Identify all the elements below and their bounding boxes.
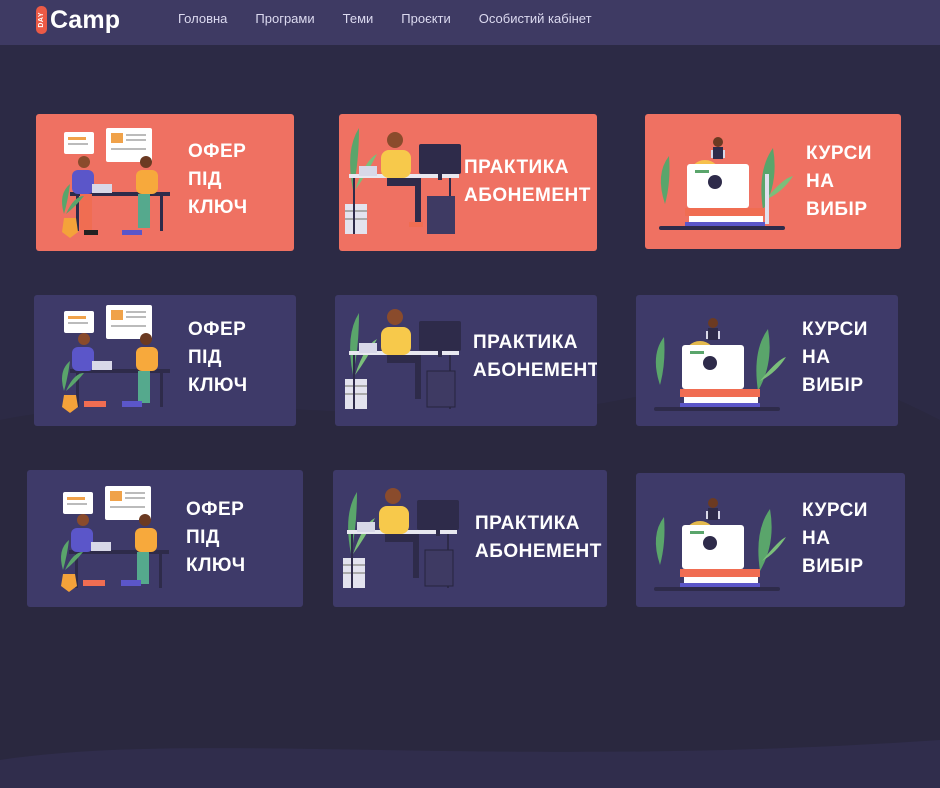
card-line: АБОНЕМЕНТ <box>475 541 602 562</box>
office-team-illustration <box>62 305 170 413</box>
card-practice[interactable]: ПРАКТИКА АБОНЕМЕНТ <box>339 114 597 251</box>
office-team-illustration <box>61 486 169 592</box>
card-line: ПРАКТИКА <box>475 513 581 534</box>
card-line: КЛЮЧ <box>186 555 246 576</box>
card-line: НА <box>802 528 831 549</box>
logo-badge: DAY <box>36 6 47 34</box>
logo-text: Camp <box>50 5 121 34</box>
card-courses[interactable]: КУРСИ НА ВИБІР <box>636 473 905 607</box>
card-line: ВИБІР <box>806 199 868 220</box>
nav-link-account[interactable]: Особистий кабінет <box>479 11 592 26</box>
main-nav: Головна Програми Теми Проєкти Особистий … <box>178 11 620 26</box>
nav-link-home[interactable]: Головна <box>178 11 227 26</box>
card-courses[interactable]: КУРСИ НА ВИБІР <box>636 295 898 426</box>
card-practice[interactable]: ПРАКТИКА АБОНЕМЕНТ <box>335 295 597 426</box>
card-line: КУРСИ <box>806 143 872 164</box>
nav-link-projects[interactable]: Проєкти <box>401 11 451 26</box>
card-offer[interactable]: ОФЕР ПІД КЛЮЧ <box>27 470 303 607</box>
nav-link-topics[interactable]: Теми <box>343 11 374 26</box>
courses-books-illustration <box>654 318 786 411</box>
card-line: ПРАКТИКА <box>464 157 570 178</box>
developer-desk-illustration <box>343 488 459 588</box>
card-line: ВИБІР <box>802 556 864 577</box>
card-line: ПІД <box>188 347 222 368</box>
card-line: КЛЮЧ <box>188 197 248 218</box>
card-practice[interactable]: ПРАКТИКА АБОНЕМЕНТ <box>333 470 607 607</box>
card-line: КУРСИ <box>802 500 868 521</box>
card-line: ВИБІР <box>802 375 864 396</box>
card-line: НА <box>802 347 831 368</box>
card-line: ОФЕР <box>188 141 247 162</box>
card-line: ОФЕР <box>186 499 245 520</box>
office-team-illustration <box>62 128 170 238</box>
card-line: АБОНЕМЕНТ <box>473 360 597 381</box>
card-line: ПІД <box>188 169 222 190</box>
daycamp-logo[interactable]: DAY Camp <box>36 4 120 36</box>
card-line: КЛЮЧ <box>188 375 248 396</box>
developer-desk-illustration <box>345 128 461 234</box>
card-line: АБОНЕМЕНТ <box>464 185 591 206</box>
card-offer[interactable]: ОФЕР ПІД КЛЮЧ <box>34 295 296 426</box>
card-courses[interactable]: КУРСИ НА ВИБІР <box>645 114 901 249</box>
courses-books-illustration <box>654 498 786 591</box>
card-line: КУРСИ <box>802 319 868 340</box>
courses-books-illustration <box>659 137 793 230</box>
card-line: ПРАКТИКА <box>473 332 579 353</box>
card-offer[interactable]: ОФЕР ПІД КЛЮЧ <box>36 114 294 251</box>
top-navbar: DAY Camp Головна Програми Теми Проєкти О… <box>0 0 940 45</box>
card-line: ОФЕР <box>188 319 247 340</box>
card-line: НА <box>806 171 835 192</box>
card-line: ПІД <box>186 527 220 548</box>
developer-desk-illustration <box>345 309 461 409</box>
nav-link-programs[interactable]: Програми <box>255 11 314 26</box>
